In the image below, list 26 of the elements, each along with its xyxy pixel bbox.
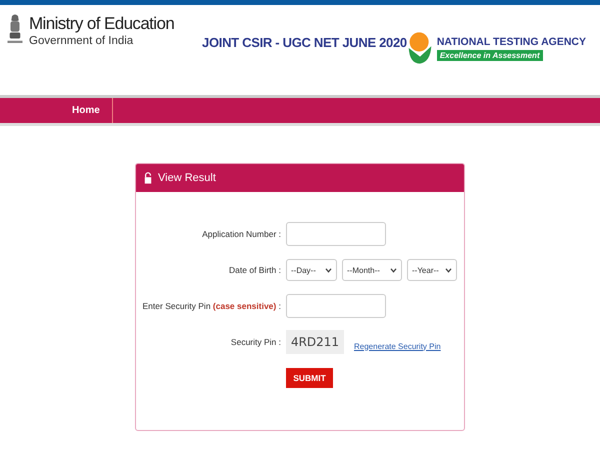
regenerate-link[interactable]: Regenerate Security Pin — [354, 342, 441, 350]
lock-icon — [144, 172, 152, 184]
case-note: (case sensitive) — [212, 301, 276, 311]
government-name: Government of India — [29, 35, 134, 47]
field-label: Enter Security Pin — [142, 301, 211, 311]
dropdown[interactable]: --Month-- — [342, 259, 402, 281]
submit-button[interactable]: SUBMIT — [286, 368, 333, 388]
nav-tab[interactable]: Home — [60, 98, 113, 123]
exam-title: JOINT CSIR - UGC NET JUNE 2020 — [202, 35, 407, 50]
field-label: Security Pin : — [230, 337, 282, 347]
chevron-down-icon — [390, 268, 397, 272]
ministry-name: Ministry of Education — [29, 13, 174, 35]
agency-name: NATIONAL TESTING AGENCY — [436, 36, 586, 48]
chevron-down-icon — [325, 268, 332, 272]
dropdown[interactable]: --Year-- — [407, 259, 457, 281]
input-field[interactable] — [286, 294, 386, 318]
agency-tagline: Excellence in Assessment — [436, 50, 543, 60]
emblem-icon — [6, 13, 24, 46]
chevron-down-icon — [445, 268, 452, 272]
field-label: Date of Birth : — [228, 265, 282, 275]
card-title: View Result — [158, 172, 216, 184]
input-field[interactable] — [286, 222, 386, 246]
label-colon: : — [278, 301, 281, 311]
captcha-image: 4RD211 — [286, 330, 344, 354]
field-label: Application Number : — [201, 229, 282, 239]
dropdown[interactable]: --Day-- — [286, 259, 337, 281]
